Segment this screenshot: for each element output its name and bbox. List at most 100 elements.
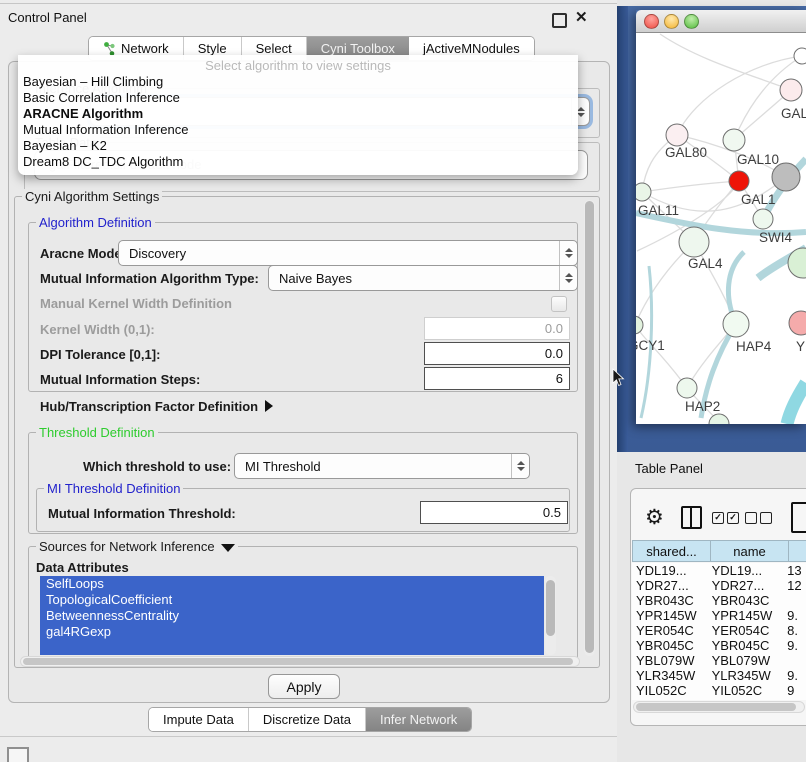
- table-row[interactable]: YIL052C YIL052C 9: [632, 683, 806, 698]
- network-window-titlebar[interactable]: [636, 10, 806, 33]
- mi-threshold-label: Mutual Information Threshold:: [48, 506, 236, 521]
- split-columns-icon[interactable]: [681, 506, 702, 529]
- deselect-all-columns-icon[interactable]: [745, 512, 772, 524]
- settings-vertical-scrollbar[interactable]: [584, 200, 595, 656]
- table-row[interactable]: YDR27... YDR27... 12: [632, 578, 806, 593]
- settings-horizontal-scrollbar[interactable]: [20, 656, 580, 667]
- table-row[interactable]: YBR043C YBR043C: [632, 593, 806, 608]
- network-node[interactable]: [723, 129, 745, 151]
- algorithm-list-item[interactable]: Bayesian – Hill Climbing: [18, 74, 578, 90]
- gear-icon[interactable]: ⚙: [645, 505, 664, 530]
- expanded-arrow-icon: [221, 544, 235, 552]
- network-node[interactable]: [753, 209, 773, 229]
- network-node[interactable]: [679, 227, 709, 257]
- attribute-item[interactable]: BetweennessCentrality: [40, 608, 544, 624]
- combo-stepper-icon: [559, 241, 577, 265]
- minimize-traffic-light-icon[interactable]: [664, 14, 679, 29]
- kernel-width-field[interactable]: 0.0: [424, 317, 570, 340]
- apply-button[interactable]: Apply: [268, 674, 340, 699]
- node-label: HAP4: [736, 339, 772, 354]
- network-edge[interactable]: [787, 383, 806, 424]
- zoom-traffic-light-icon[interactable]: [684, 14, 699, 29]
- data-attributes-list: SelfLoopsTopologicalCoefficientBetweenne…: [40, 576, 544, 655]
- tab-discretize-data[interactable]: Discretize Data: [249, 708, 366, 731]
- sources-group-title[interactable]: Sources for Network Inference: [36, 539, 238, 554]
- combo-stepper-icon: [559, 266, 577, 290]
- column-header[interactable]: shared...: [632, 540, 711, 562]
- network-edge[interactable]: [642, 181, 739, 192]
- close-icon[interactable]: ✕: [575, 8, 588, 26]
- network-node[interactable]: [666, 124, 688, 146]
- network-node[interactable]: [789, 311, 806, 335]
- node-label: HAP2: [685, 399, 720, 414]
- table-horizontal-scrollbar[interactable]: [633, 701, 805, 713]
- algorithm-definition-title: Algorithm Definition: [36, 215, 155, 230]
- mouse-cursor: [612, 368, 625, 387]
- which-threshold-combo[interactable]: MI Threshold: [234, 453, 530, 479]
- dpi-tolerance-field[interactable]: 0.0: [424, 342, 570, 365]
- network-node[interactable]: [636, 316, 643, 334]
- kernel-width-label: Kernel Width (0,1):: [40, 322, 155, 337]
- column-header[interactable]: name: [711, 540, 789, 562]
- cyni-algorithm-settings-title: Cyni Algorithm Settings: [22, 189, 162, 204]
- panel-title: Control Panel: [8, 10, 87, 25]
- table-row[interactable]: YBR045C YBR045C 9.: [632, 638, 806, 653]
- mi-steps-field[interactable]: 6: [424, 367, 570, 390]
- dpi-tolerance-label: DPI Tolerance [0,1]:: [40, 347, 160, 362]
- mi-threshold-group-title: MI Threshold Definition: [44, 481, 183, 496]
- tab-impute-data[interactable]: Impute Data: [149, 708, 249, 731]
- cyni-bottom-tabbar: Impute Data Discretize Data Infer Networ…: [148, 707, 472, 732]
- tab-network-label: Network: [121, 41, 169, 56]
- node-label: GAL10: [737, 152, 779, 167]
- document-icon[interactable]: [791, 502, 806, 533]
- algorithm-list-item[interactable]: Mutual Information Inference: [18, 122, 578, 138]
- node-label: GAL11: [638, 203, 679, 218]
- aracne-mode-combo[interactable]: Discovery: [118, 240, 578, 266]
- manual-kernel-checkbox[interactable]: [551, 296, 567, 312]
- table-row[interactable]: YLR345W YLR345W 9.: [632, 668, 806, 683]
- network-canvas[interactable]: GALGAL80GAL10GAL1GAL11SWI4GAL4GCY1HAP4YH…: [636, 33, 806, 424]
- network-node[interactable]: [794, 48, 806, 64]
- mi-type-combo[interactable]: Naive Bayes: [268, 265, 578, 291]
- table-row[interactable]: YDL19... YDL19... 13: [632, 563, 806, 578]
- algorithm-list-item[interactable]: ARACNE Algorithm: [18, 106, 578, 122]
- network-view-window: GALGAL80GAL10GAL1GAL11SWI4GAL4GCY1HAP4YH…: [636, 10, 806, 424]
- network-node[interactable]: [729, 171, 749, 191]
- mi-steps-label: Mutual Information Steps:: [40, 372, 200, 387]
- node-label: GAL1: [741, 192, 776, 207]
- column-header[interactable]: [789, 540, 806, 562]
- network-node[interactable]: [723, 311, 749, 337]
- network-node[interactable]: [772, 163, 800, 191]
- node-label: GCY1: [636, 338, 665, 353]
- application-window: Control Panel ✕ Network Style Select Cyn…: [0, 0, 806, 762]
- attribute-item[interactable]: SelfLoops: [40, 576, 544, 592]
- node-label: GAL: [781, 106, 806, 121]
- minimized-panel-icon[interactable]: [7, 747, 29, 762]
- table-row[interactable]: YPR145W YPR145W 9.: [632, 608, 806, 623]
- table-panel-title: Table Panel: [635, 461, 703, 476]
- algorithm-prompt: Select algorithm to view settings: [18, 57, 578, 74]
- table-row[interactable]: YER054C YER054C 8.: [632, 623, 806, 638]
- attribute-item[interactable]: TopologicalCoefficient: [40, 592, 544, 608]
- node-label: GAL80: [665, 145, 707, 160]
- attribute-item[interactable]: gal4RGexp: [40, 624, 544, 640]
- algorithm-dropdown-popup: Select algorithm to view settings Bayesi…: [18, 55, 578, 175]
- node-label: SWI4: [759, 230, 792, 245]
- algorithm-list-item[interactable]: Dream8 DC_TDC Algorithm: [18, 154, 578, 170]
- algorithm-list-item[interactable]: Basic Correlation Inference: [18, 90, 578, 106]
- hub-definition-toggle[interactable]: Hub/Transcription Factor Definition: [40, 399, 273, 414]
- select-all-columns-icon[interactable]: ✓✓: [712, 512, 739, 524]
- node-label: GAL4: [688, 256, 723, 271]
- mi-threshold-field[interactable]: 0.5: [420, 501, 568, 524]
- float-window-icon[interactable]: [552, 13, 567, 28]
- algorithm-list-item[interactable]: Bayesian – K2: [18, 138, 578, 154]
- network-node[interactable]: [636, 183, 651, 201]
- network-edge[interactable]: [636, 325, 687, 388]
- tab-infer-network[interactable]: Infer Network: [366, 708, 471, 731]
- attributes-scrollbar[interactable]: [545, 576, 556, 655]
- table-header-row: shared... name: [632, 540, 806, 562]
- close-traffic-light-icon[interactable]: [644, 14, 659, 29]
- network-node[interactable]: [780, 79, 802, 101]
- table-row[interactable]: YBL079W YBL079W: [632, 653, 806, 668]
- network-node[interactable]: [677, 378, 697, 398]
